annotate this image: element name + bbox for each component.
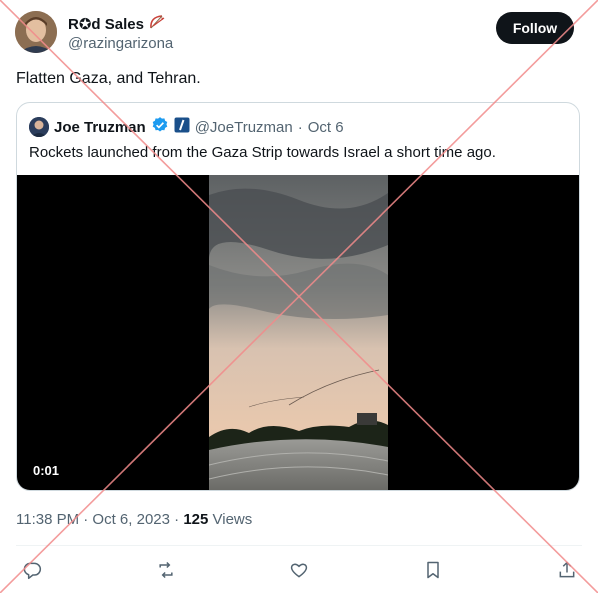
share-button[interactable] (552, 555, 582, 585)
quoted-author-handle[interactable]: @JoeTruzman (195, 119, 293, 136)
views-count[interactable]: 125 (183, 511, 208, 528)
repost-button[interactable] (151, 555, 181, 585)
repost-icon (159, 561, 173, 579)
quoted-meta-separator: · (297, 118, 303, 136)
quoted-post-header: Joe Truzman @JoeTruzman · Oct 6 (29, 117, 344, 137)
share-icon (559, 561, 575, 578)
quoted-author-avatar[interactable] (29, 117, 49, 137)
post-meta: 11:38 PM · Oct 6, 2023 · 125 Views (16, 511, 252, 529)
quoted-post-card[interactable]: Joe Truzman @JoeTruzman · Oct 6 Rockets … (16, 102, 580, 491)
bow-arrow-icon (148, 14, 166, 35)
author-name[interactable]: R✪d Sales (68, 14, 166, 35)
video-timestamp: 0:01 (29, 461, 64, 480)
author-handle[interactable]: @razingarizona (68, 35, 173, 53)
bookmark-button[interactable] (418, 555, 448, 585)
views-label: Views (212, 511, 253, 528)
verified-badge-icon (151, 116, 169, 138)
quoted-post-text: Rockets launched from the Gaza Strip tow… (29, 144, 496, 161)
author-avatar[interactable] (15, 11, 57, 53)
action-bar (0, 555, 598, 585)
bookmark-icon (427, 561, 439, 579)
reply-button[interactable] (17, 555, 47, 585)
follow-button[interactable]: Follow (496, 12, 574, 44)
video-frame (209, 175, 388, 490)
quoted-post-date[interactable]: Oct 6 (308, 119, 344, 136)
post-time[interactable]: 11:38 PM · Oct 6, 2023 · (16, 511, 179, 528)
quoted-author-name[interactable]: Joe Truzman (54, 119, 146, 136)
post-text: Flatten Gaza, and Tehran. (16, 70, 201, 87)
divider (16, 545, 582, 546)
video-player[interactable]: 0:01 (17, 175, 579, 490)
affiliate-badge-icon (174, 117, 190, 137)
reply-icon (23, 562, 42, 580)
like-icon (290, 563, 308, 578)
like-button[interactable] (284, 555, 314, 585)
